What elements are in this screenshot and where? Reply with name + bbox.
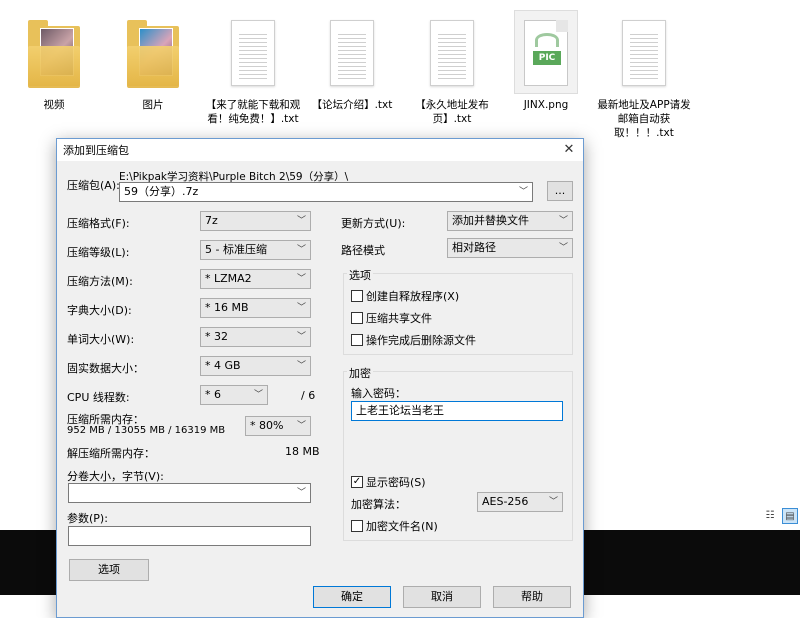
chevron-down-icon: ﹀	[296, 361, 306, 371]
decompress-memory-value: 18 MB	[285, 445, 320, 458]
decompress-memory-label: 解压缩所需内存：	[67, 447, 155, 460]
cpu-threads-select[interactable]: * 6 ﹀	[200, 385, 268, 405]
file-name: 图片	[142, 99, 164, 111]
cpu-threads-label: CPU 线程数:	[67, 391, 130, 404]
chevron-down-icon: ﹀	[296, 303, 306, 313]
memory-detail: 952 MB / 13055 MB / 16319 MB	[67, 425, 226, 436]
method-select[interactable]: * LZMA2 ﹀	[200, 269, 311, 289]
encryption-method-label: 加密算法：	[351, 498, 406, 511]
checkbox-icon	[351, 290, 363, 302]
file-item-txt[interactable]: 最新地址及APP请发邮箱自动获取！！！.txt	[594, 8, 694, 140]
image-file-icon: PIC	[514, 10, 578, 94]
file-name: 视频	[43, 99, 65, 111]
chevron-down-icon: ﹀	[296, 488, 306, 498]
text-file-icon	[424, 18, 480, 94]
sfx-checkbox[interactable]: 创建自释放程序(X)	[351, 288, 459, 304]
file-item-png[interactable]: PIC JINX.png	[496, 8, 596, 112]
checkbox-icon	[351, 312, 363, 324]
update-mode-select[interactable]: 添加并替换文件 ﹀	[447, 211, 573, 231]
archive-name-combo[interactable]: 59（分享）.7z ﹀	[119, 182, 533, 202]
solid-size-label: 固实数据大小：	[67, 362, 144, 375]
password-input[interactable]: 上老王论坛当老王	[351, 401, 563, 421]
path-mode-select[interactable]: 相对路径 ﹀	[447, 238, 573, 258]
cancel-button[interactable]: 取消	[403, 586, 481, 608]
cpu-threads-total: / 6	[301, 389, 316, 402]
split-size-label: 分卷大小，字节(V):	[67, 470, 164, 483]
file-item-txt[interactable]: 【永久地址发布页】.txt	[402, 8, 502, 126]
chevron-down-icon: ﹀	[548, 497, 558, 507]
dialog-titlebar: 添加到压缩包 ✕	[57, 139, 583, 161]
details-view-icon[interactable]: ☷	[762, 508, 778, 524]
add-to-archive-dialog: 添加到压缩包 ✕ 压缩包(A): E:\Pikpak学习资料\Purple Bi…	[56, 138, 584, 618]
encryption-group-title: 加密	[347, 365, 373, 381]
memory-percent-select[interactable]: * 80% ﹀	[245, 416, 311, 436]
file-item-txt[interactable]: 【来了就能下载和观看！纯免费！】.txt	[203, 8, 303, 126]
chevron-down-icon: ﹀	[253, 390, 263, 400]
show-password-checkbox[interactable]: ✓ 显示密码(S)	[351, 474, 426, 490]
browse-button[interactable]: ...	[547, 181, 573, 201]
text-file-icon	[225, 18, 281, 94]
encryption-method-select[interactable]: AES-256 ﹀	[477, 492, 563, 512]
folder-icon	[26, 18, 82, 94]
options-button[interactable]: 选项	[69, 559, 149, 581]
folder-icon	[125, 18, 181, 94]
check-icon: ✓	[351, 476, 363, 488]
level-label: 压缩等级(L):	[67, 246, 130, 259]
format-label: 压缩格式(F):	[67, 217, 130, 230]
options-group-title: 选项	[347, 267, 373, 283]
chevron-down-icon: ﹀	[558, 216, 568, 226]
file-item-pictures-folder[interactable]: 图片	[103, 8, 203, 112]
ok-button[interactable]: 确定	[313, 586, 391, 608]
text-file-icon	[616, 18, 672, 94]
dictionary-select[interactable]: * 16 MB ﹀	[200, 298, 311, 318]
word-size-select[interactable]: * 32 ﹀	[200, 327, 311, 347]
encrypt-names-checkbox[interactable]: 加密文件名(N)	[351, 518, 438, 534]
shared-files-checkbox[interactable]: 压缩共享文件	[351, 310, 432, 326]
chevron-down-icon: ﹀	[296, 332, 306, 342]
format-select[interactable]: 7z ﹀	[200, 211, 311, 231]
large-icons-view-icon[interactable]: ▤	[782, 508, 798, 524]
solid-size-select[interactable]: * 4 GB ﹀	[200, 356, 311, 376]
dialog-title: 添加到压缩包	[63, 144, 129, 157]
chevron-down-icon: ﹀	[558, 243, 568, 253]
text-file-icon	[324, 18, 380, 94]
file-item-video-folder[interactable]: 视频	[4, 8, 104, 112]
file-name: 【来了就能下载和观看！纯免费！】.txt	[205, 99, 301, 125]
dictionary-label: 字典大小(D):	[67, 304, 132, 317]
file-name: 最新地址及APP请发邮箱自动获取！！！.txt	[597, 99, 691, 139]
level-select[interactable]: 5 - 标准压缩 ﹀	[200, 240, 311, 260]
checkbox-icon	[351, 334, 363, 346]
file-item-txt[interactable]: 【论坛介绍】.txt	[302, 8, 402, 112]
chevron-down-icon: ﹀	[296, 274, 306, 284]
chevron-down-icon: ﹀	[296, 216, 306, 226]
params-input[interactable]	[68, 526, 311, 546]
password-label: 输入密码：	[351, 387, 406, 400]
update-mode-label: 更新方式(U):	[341, 217, 406, 230]
archive-label: 压缩包(A):	[67, 179, 120, 192]
checkbox-icon	[351, 520, 363, 532]
word-size-label: 单词大小(W):	[67, 333, 135, 346]
split-size-combo[interactable]: ﹀	[68, 483, 311, 503]
method-label: 压缩方法(M):	[67, 275, 133, 288]
file-name: 【论坛介绍】.txt	[311, 99, 393, 111]
chevron-down-icon: ﹀	[296, 245, 306, 255]
file-name: 【永久地址发布页】.txt	[415, 99, 489, 125]
chevron-down-icon: ﹀	[518, 187, 528, 197]
close-icon[interactable]: ✕	[555, 139, 583, 161]
delete-after-checkbox[interactable]: 操作完成后删除源文件	[351, 332, 476, 348]
file-name: JINX.png	[523, 99, 569, 111]
view-toggle: ☷ ▤	[760, 506, 800, 526]
help-button[interactable]: 帮助	[493, 586, 571, 608]
params-label: 参数(P):	[67, 512, 108, 525]
path-mode-label: 路径模式	[341, 244, 385, 257]
chevron-down-icon: ﹀	[296, 421, 306, 431]
